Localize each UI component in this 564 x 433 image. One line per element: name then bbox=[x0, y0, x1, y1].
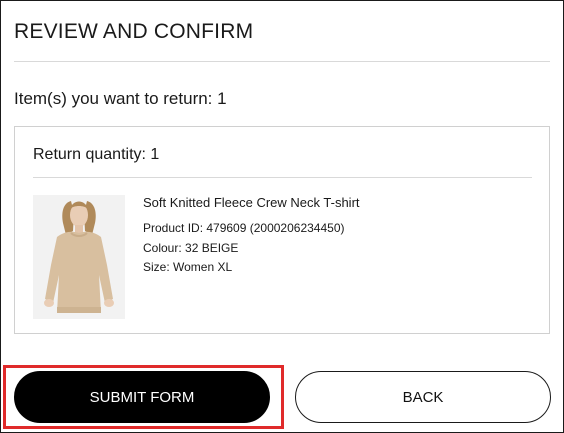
product-image bbox=[33, 195, 125, 319]
product-photo-icon bbox=[33, 195, 125, 319]
page-title: REVIEW AND CONFIRM bbox=[14, 20, 254, 43]
card-divider bbox=[33, 177, 532, 178]
product-colour: Colour: 32 BEIGE bbox=[143, 241, 239, 255]
product-name: Soft Knitted Fleece Crew Neck T-shirt bbox=[143, 195, 360, 210]
return-item-card: Return quantity: 1 Soft Knitted Fleece C… bbox=[14, 126, 550, 334]
title-divider bbox=[14, 61, 550, 62]
product-id: Product ID: 479609 (2000206234450) bbox=[143, 221, 345, 235]
review-confirm-dialog: REVIEW AND CONFIRM Item(s) you want to r… bbox=[0, 0, 564, 433]
return-quantity-text: Return quantity: 1 bbox=[33, 146, 160, 163]
product-size: Size: Women XL bbox=[143, 260, 233, 274]
back-button[interactable]: BACK bbox=[295, 371, 551, 423]
submit-form-button[interactable]: SUBMIT FORM bbox=[14, 371, 270, 423]
items-count-text: Item(s) you want to return: 1 bbox=[14, 89, 227, 108]
